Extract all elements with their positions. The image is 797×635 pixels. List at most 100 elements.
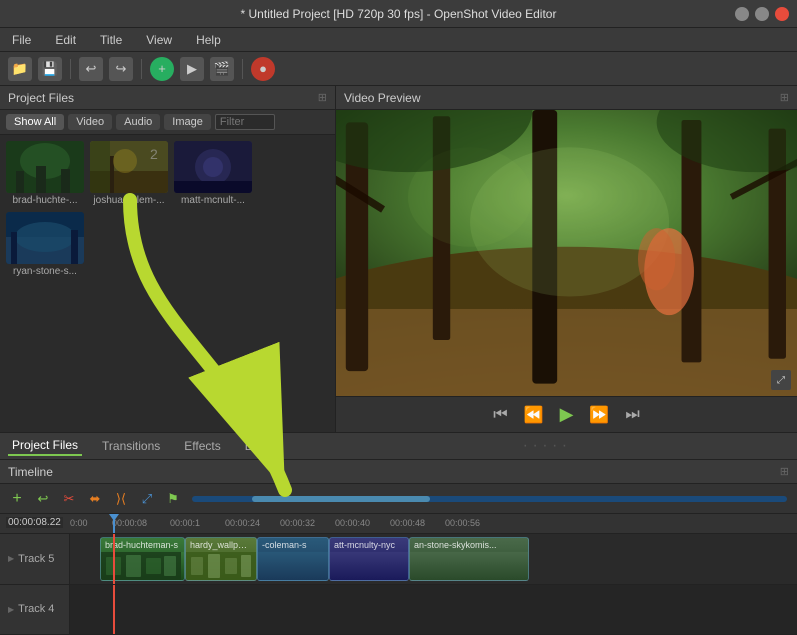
close-button[interactable]: [775, 7, 789, 21]
undo-tl-button[interactable]: ↩: [32, 488, 54, 510]
preview-options-icon[interactable]: ⊞: [780, 91, 789, 104]
fullscreen-button[interactable]: ⤢: [771, 370, 791, 390]
track-5-row: Track 5 brad-huchteman-s hardy_wallpaper…: [0, 534, 797, 585]
video-preview-header: Video Preview ⊞: [336, 86, 797, 110]
timeline-toolbar: + ↩ ✂ ⬌ ⟩⟨ ⤢ ⚑: [0, 484, 797, 514]
list-item[interactable]: matt-mcnult-...: [174, 141, 252, 206]
file-label: matt-mcnult-...: [174, 195, 252, 206]
open-project-button[interactable]: 📁: [8, 57, 32, 81]
timecode: 00:00:08.22: [6, 517, 63, 528]
timeline-title: Timeline: [8, 465, 53, 479]
tab-audio[interactable]: Audio: [116, 114, 160, 130]
record-button[interactable]: ●: [251, 57, 275, 81]
filter-input[interactable]: [215, 114, 275, 130]
thumbnail: [6, 212, 84, 264]
list-item[interactable]: brad-huchte-...: [6, 141, 84, 206]
menu-file[interactable]: File: [8, 31, 35, 49]
ruler-time-48: 00:00:48: [390, 518, 425, 528]
tab-show-all[interactable]: Show All: [6, 114, 64, 130]
clip-coleman[interactable]: -coleman-s: [257, 537, 329, 581]
skip-to-end-button[interactable]: ⏭: [621, 404, 643, 426]
title-bar: * Untitled Project [HD 720p 30 fps] - Op…: [0, 0, 797, 28]
maximize-button[interactable]: [755, 7, 769, 21]
timeline-header: Timeline ⊞: [0, 460, 797, 484]
clip-hardy-wallpaper[interactable]: hardy_wallpaper_: [185, 537, 257, 581]
add-track-button[interactable]: +: [6, 488, 28, 510]
panel-options-icon[interactable]: ⊞: [318, 91, 327, 104]
toolbar-separator-3: [242, 59, 243, 79]
file-label: ryan-stone-s...: [6, 266, 84, 277]
tracks-area: Track 5 brad-huchteman-s hardy_wallpaper…: [0, 534, 797, 635]
rewind-button[interactable]: ⏪: [520, 403, 548, 427]
menu-edit[interactable]: Edit: [51, 31, 80, 49]
skip-to-start-button[interactable]: ⏮: [489, 404, 511, 426]
bottom-tabs-bar: Project Files Transitions Effects Emojis…: [0, 432, 797, 460]
video-preview-area[interactable]: ⤢: [336, 110, 797, 396]
menu-view[interactable]: View: [142, 31, 176, 49]
tab-effects[interactable]: Effects: [180, 437, 224, 455]
timeline-ruler: 00:00:08.22 0:00 00:00:08 00:00:1 00:00:…: [0, 514, 797, 534]
menu-help[interactable]: Help: [192, 31, 225, 49]
video-preview-title: Video Preview: [344, 91, 421, 105]
clip-label: -coleman-s: [258, 538, 328, 552]
playhead-line: [113, 534, 115, 584]
split-button[interactable]: ⬌: [84, 488, 106, 510]
list-item[interactable]: ryan-stone-s...: [6, 212, 84, 277]
list-item[interactable]: 2 joshua-colem-...: [90, 141, 168, 206]
tab-transitions[interactable]: Transitions: [98, 437, 164, 455]
jump-button[interactable]: ⤢: [136, 488, 158, 510]
track-4-label: Track 4: [0, 585, 70, 635]
tab-emojis[interactable]: Emojis: [241, 437, 285, 455]
save-button[interactable]: 💾: [38, 57, 62, 81]
ruler-time-40: 00:00:40: [335, 518, 370, 528]
thumbnail: [6, 141, 84, 193]
clip-label: hardy_wallpaper_: [186, 538, 256, 552]
tab-project-files[interactable]: Project Files: [8, 436, 82, 456]
play-button[interactable]: ▶: [556, 402, 578, 427]
toolbar-separator-2: [141, 59, 142, 79]
files-grid: brad-huchte-... 2 joshua-colem-...: [0, 135, 335, 432]
clip-matt-mcnulty[interactable]: att-mcnulty-nyc: [329, 537, 409, 581]
clip-label: att-mcnulty-nyc: [330, 538, 408, 552]
redo-button[interactable]: ↪: [109, 57, 133, 81]
tab-image[interactable]: Image: [164, 114, 211, 130]
preview-button[interactable]: ▶: [180, 57, 204, 81]
zoom-in-button[interactable]: ⟩⟨: [110, 488, 132, 510]
playhead-arrow: [109, 514, 119, 521]
undo-button[interactable]: ↩: [79, 57, 103, 81]
ruler-time-32: 00:00:32: [280, 518, 315, 528]
project-files-title: Project Files: [8, 91, 74, 105]
thumbnail: 2: [90, 141, 168, 193]
timeline-section: Timeline ⊞ + ↩ ✂ ⬌ ⟩⟨ ⤢ ⚑ 00:00:08.22 0:…: [0, 460, 797, 635]
menu-title[interactable]: Title: [96, 31, 126, 49]
file-label: joshua-colem-...: [90, 195, 168, 206]
svg-text:2: 2: [150, 146, 158, 162]
remove-button[interactable]: ✂: [58, 488, 80, 510]
add-button[interactable]: +: [150, 57, 174, 81]
ruler-area: 0:00 00:00:08 00:00:1 00:00:24 00:00:32 …: [70, 514, 797, 533]
clip-ryan-stone[interactable]: an-stone-skykomis...: [409, 537, 529, 581]
minimize-button[interactable]: [735, 7, 749, 21]
track-4-content[interactable]: [70, 585, 797, 635]
track-4-row: Track 4: [0, 585, 797, 635]
marker-button[interactable]: ⚑: [162, 488, 184, 510]
ruler-time-24: 00:00:24: [225, 518, 260, 528]
zoom-handle[interactable]: [252, 496, 431, 502]
track-5-content[interactable]: brad-huchteman-s hardy_wallpaper_ -colem…: [70, 534, 797, 584]
project-files-header: Project Files ⊞: [0, 86, 335, 110]
timeline-options-icon[interactable]: ⊞: [780, 465, 789, 478]
zoom-bar[interactable]: [192, 496, 787, 502]
window-controls: [735, 7, 789, 21]
clip-label: an-stone-skykomis...: [410, 538, 528, 552]
ruler-time-0: 0:00: [70, 518, 88, 528]
drag-handle: · · · · ·: [523, 437, 567, 455]
menu-bar: File Edit Title View Help: [0, 28, 797, 52]
tab-video[interactable]: Video: [68, 114, 112, 130]
toolbar: 📁 💾 ↩ ↪ + ▶ 🎬 ●: [0, 52, 797, 86]
fast-forward-button[interactable]: ⏩: [585, 403, 613, 427]
project-files-tabs: Show All Video Audio Image: [0, 110, 335, 135]
app-title: * Untitled Project [HD 720p 30 fps] - Op…: [241, 7, 557, 21]
right-panel: Video Preview ⊞: [336, 86, 797, 432]
thumbnail: [174, 141, 252, 193]
clip-button[interactable]: 🎬: [210, 57, 234, 81]
